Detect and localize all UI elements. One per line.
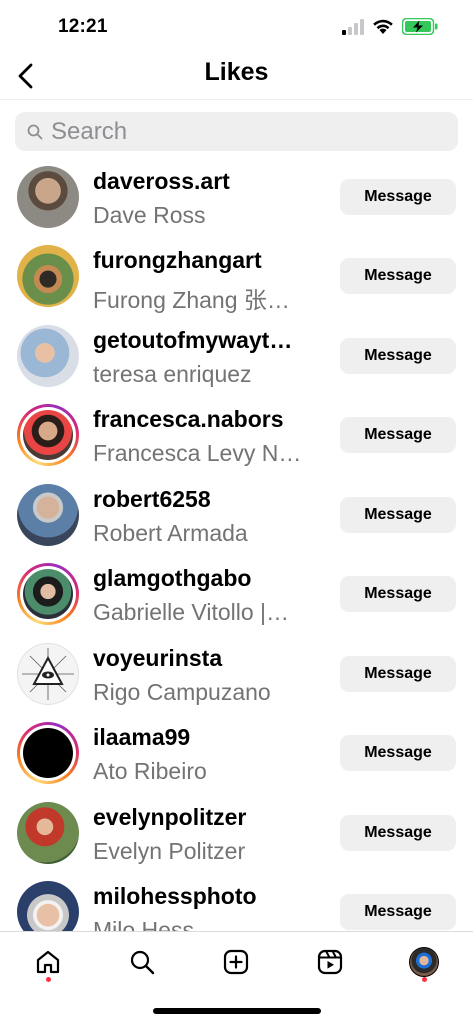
username[interactable]: daveross.art xyxy=(93,168,230,195)
tab-home[interactable] xyxy=(28,942,68,982)
message-button[interactable]: Message xyxy=(340,656,456,692)
wifi-icon xyxy=(373,19,393,34)
full-name: Ato Ribeiro xyxy=(93,758,207,784)
message-button[interactable]: Message xyxy=(340,815,456,851)
username[interactable]: robert6258 xyxy=(93,486,211,513)
search-icon xyxy=(130,950,155,975)
full-name: Gabrielle Vitollo |… xyxy=(93,599,290,625)
avatar[interactable] xyxy=(17,802,79,864)
avatar[interactable] xyxy=(17,643,79,705)
avatar-story-ring[interactable] xyxy=(17,722,79,784)
username[interactable]: milohessphoto xyxy=(93,883,257,910)
full-name: Evelyn Politzer xyxy=(93,838,246,864)
tab-profile[interactable] xyxy=(404,942,444,982)
username[interactable]: glamgothgabo xyxy=(93,565,251,592)
full-name: Furong Zhang 张… xyxy=(93,287,290,313)
profile-notification-dot xyxy=(422,977,427,982)
page-title: Likes xyxy=(204,58,269,86)
home-indicator xyxy=(153,1008,321,1014)
search-icon xyxy=(27,124,43,140)
message-button[interactable]: Message xyxy=(340,179,456,215)
list-item[interactable]: evelynpolitzer Evelyn Politzer Message xyxy=(0,794,473,874)
list-item[interactable]: ilaama99 Ato Ribeiro Message xyxy=(0,714,473,794)
cellular-signal-icon xyxy=(342,19,364,35)
username[interactable]: getoutofmywayt… xyxy=(93,327,292,354)
message-button[interactable]: Message xyxy=(340,894,456,930)
avatar-story-ring[interactable] xyxy=(17,404,79,466)
message-button[interactable]: Message xyxy=(340,258,456,294)
full-name: Rigo Campuzano xyxy=(93,679,271,705)
username[interactable]: ilaama99 xyxy=(93,724,190,751)
message-button[interactable]: Message xyxy=(340,576,456,612)
full-name: Robert Armada xyxy=(93,520,248,546)
list-item[interactable]: milohessphoto Milo Hess Message xyxy=(0,873,473,931)
avatar[interactable] xyxy=(17,325,79,387)
list-item[interactable]: getoutofmywayt… teresa enriquez Message xyxy=(0,317,473,397)
full-name: Dave Ross xyxy=(93,202,206,228)
search-input[interactable] xyxy=(51,117,451,146)
list-item[interactable]: voyeurinsta Rigo Campuzano Message xyxy=(0,635,473,715)
avatar[interactable] xyxy=(17,245,79,307)
status-time: 12:21 xyxy=(58,16,108,37)
username[interactable]: furongzhangart xyxy=(93,247,262,274)
username[interactable]: francesca.nabors xyxy=(93,406,283,433)
create-post-icon xyxy=(223,949,249,975)
header: Likes xyxy=(0,52,473,100)
message-button[interactable]: Message xyxy=(340,338,456,374)
search-bar[interactable] xyxy=(15,112,458,151)
reels-icon xyxy=(317,949,343,975)
full-name: Milo Hess xyxy=(93,917,194,931)
avatar[interactable] xyxy=(17,484,79,546)
message-button[interactable]: Message xyxy=(340,497,456,533)
message-button[interactable]: Message xyxy=(340,417,456,453)
avatar[interactable] xyxy=(17,881,79,931)
avatar-story-ring[interactable] xyxy=(17,563,79,625)
message-button[interactable]: Message xyxy=(340,735,456,771)
all-seeing-eye-logo xyxy=(22,648,74,700)
likes-user-list[interactable]: daveross.art Dave Ross Message furongzha… xyxy=(0,155,473,931)
username[interactable]: evelynpolitzer xyxy=(93,804,246,831)
full-name: Francesca Levy N… xyxy=(93,440,302,466)
username[interactable]: voyeurinsta xyxy=(93,645,222,672)
profile-avatar xyxy=(409,947,439,977)
home-notification-dot xyxy=(46,977,51,982)
list-item[interactable]: daveross.art Dave Ross Message xyxy=(0,158,473,238)
tab-reels[interactable] xyxy=(310,942,350,982)
list-item[interactable]: francesca.nabors Francesca Levy N… Messa… xyxy=(0,396,473,476)
status-bar: 12:21 xyxy=(0,0,473,52)
list-item[interactable]: furongzhangart Furong Zhang 张… Message xyxy=(0,237,473,317)
home-icon xyxy=(36,950,60,974)
full-name: teresa enriquez xyxy=(93,361,252,387)
tab-create[interactable] xyxy=(216,942,256,982)
avatar[interactable] xyxy=(17,166,79,228)
list-item[interactable]: glamgothgabo Gabrielle Vitollo |… Messag… xyxy=(0,555,473,635)
tab-search[interactable] xyxy=(122,942,162,982)
battery-charging-icon xyxy=(402,18,438,35)
list-item[interactable]: robert6258 Robert Armada Message xyxy=(0,476,473,556)
